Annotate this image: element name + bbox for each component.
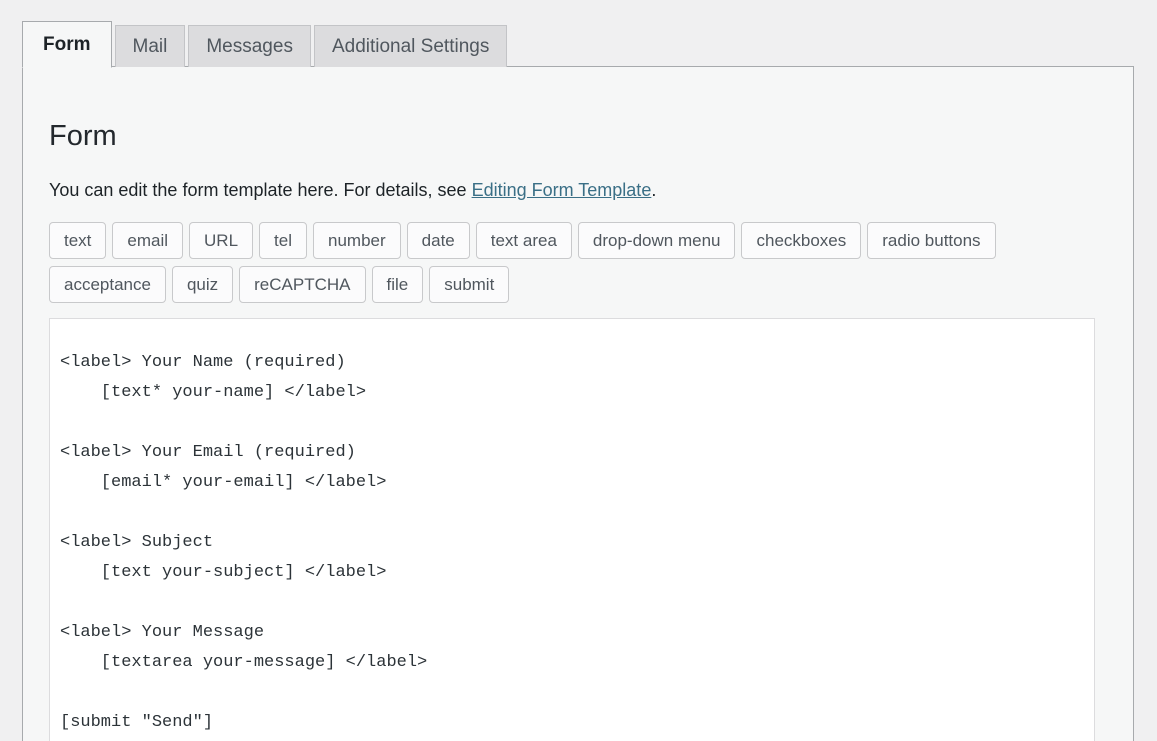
form-settings-tabs: Form Mail Messages Additional Settings xyxy=(22,22,510,67)
editing-form-template-link[interactable]: Editing Form Template xyxy=(472,180,652,200)
tab-additional-settings[interactable]: Additional Settings xyxy=(314,25,507,67)
form-template-editor[interactable]: <label> Your Name (required) [text* your… xyxy=(50,336,1094,741)
tag-button-quiz[interactable]: quiz xyxy=(172,266,233,303)
tab-mail[interactable]: Mail xyxy=(115,25,186,67)
form-panel-content: Form You can edit the form template here… xyxy=(23,67,1133,741)
tag-button-submit[interactable]: submit xyxy=(429,266,509,303)
tab-messages[interactable]: Messages xyxy=(188,25,311,67)
tag-button-row-1: text email URL tel number date text area… xyxy=(49,222,1049,266)
form-description-text-after: . xyxy=(651,180,656,200)
tag-button-checkboxes[interactable]: checkboxes xyxy=(741,222,861,259)
tag-button-text-area[interactable]: text area xyxy=(476,222,572,259)
tab-messages-label: Messages xyxy=(206,37,293,56)
tag-button-radio-buttons[interactable]: radio buttons xyxy=(867,222,995,259)
tag-button-row-2: acceptance quiz reCAPTCHA file submit xyxy=(49,266,1049,310)
tag-button-acceptance[interactable]: acceptance xyxy=(49,266,166,303)
tag-button-date[interactable]: date xyxy=(407,222,470,259)
form-template-editor-container: <label> Your Name (required) [text* your… xyxy=(49,318,1095,741)
tag-generator-toolbar: text email URL tel number date text area… xyxy=(49,222,1049,310)
tag-button-recaptcha[interactable]: reCAPTCHA xyxy=(239,266,365,303)
tag-button-drop-down-menu[interactable]: drop-down menu xyxy=(578,222,736,259)
tab-additional-settings-label: Additional Settings xyxy=(332,37,489,56)
form-description-text-before: You can edit the form template here. For… xyxy=(49,180,472,200)
page-title: Form xyxy=(49,119,1107,154)
tag-button-text[interactable]: text xyxy=(49,222,106,259)
contact-form-editor-screen: Form Mail Messages Additional Settings F… xyxy=(0,0,1157,741)
tag-button-file[interactable]: file xyxy=(372,266,424,303)
tag-button-email[interactable]: email xyxy=(112,222,183,259)
tab-form[interactable]: Form xyxy=(22,21,112,68)
tab-form-label: Form xyxy=(43,35,91,54)
form-description: You can edit the form template here. For… xyxy=(49,178,1107,203)
tag-button-number[interactable]: number xyxy=(313,222,401,259)
form-tab-panel: Form You can edit the form template here… xyxy=(22,66,1134,741)
tag-button-tel[interactable]: tel xyxy=(259,222,307,259)
tab-mail-label: Mail xyxy=(133,37,168,56)
tag-button-url[interactable]: URL xyxy=(189,222,253,259)
